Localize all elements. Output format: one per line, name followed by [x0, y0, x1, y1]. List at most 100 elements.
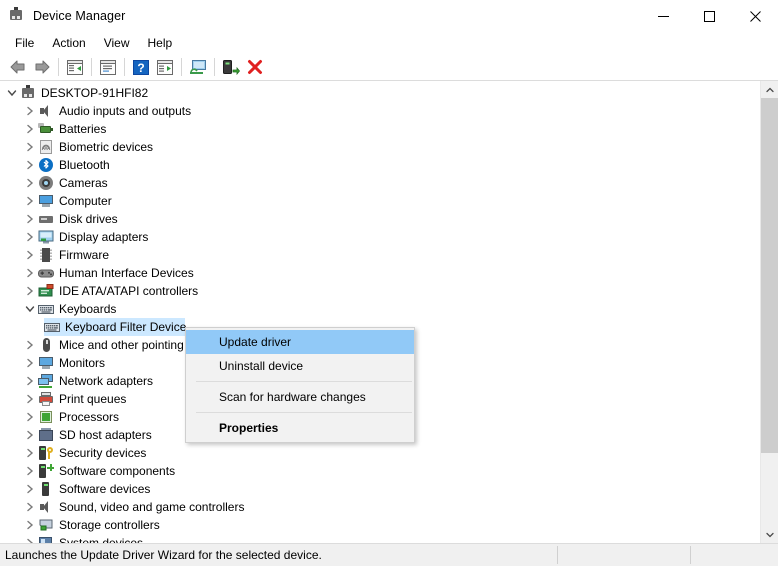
status-bar-divider — [690, 546, 691, 564]
storage-controller-icon — [38, 517, 54, 533]
maximize-button[interactable] — [686, 0, 732, 32]
twisty-collapsed-icon[interactable] — [22, 480, 38, 498]
device-tree-panel[interactable]: DESKTOP-91HFI82 Audio inputs and outputs — [0, 81, 761, 543]
context-scan-hardware-changes[interactable]: Scan for hardware changes — [186, 385, 414, 409]
toolbar: ? — [0, 54, 778, 80]
software-component-icon — [38, 463, 54, 479]
toolbar-separator — [124, 58, 125, 76]
twisty-collapsed-icon[interactable] — [22, 372, 38, 390]
twisty-collapsed-icon[interactable] — [22, 462, 38, 480]
update-driver-button[interactable] — [219, 56, 243, 78]
tree-node-label: Human Interface Devices — [59, 265, 194, 281]
vertical-scrollbar[interactable] — [760, 81, 778, 543]
twisty-collapsed-icon[interactable] — [22, 156, 38, 174]
software-device-icon — [38, 481, 54, 497]
tree-node-security-devices[interactable]: Security devices — [0, 444, 761, 462]
network-adapter-icon — [38, 373, 54, 389]
twisty-collapsed-icon[interactable] — [22, 516, 38, 534]
show-hide-console-tree-button[interactable] — [63, 56, 87, 78]
scroll-down-arrow[interactable] — [761, 526, 778, 543]
keyboard-icon — [44, 319, 60, 335]
twisty-collapsed-icon[interactable] — [22, 138, 38, 156]
twisty-collapsed-icon[interactable] — [22, 390, 38, 408]
status-bar: Launches the Update Driver Wizard for th… — [0, 543, 778, 566]
title-bar: Device Manager — [0, 0, 778, 32]
forward-button[interactable] — [30, 56, 54, 78]
console-tree-icon — [67, 60, 83, 75]
twisty-collapsed-icon[interactable] — [22, 210, 38, 228]
arrow-right-icon — [33, 59, 51, 75]
minimize-button[interactable] — [640, 0, 686, 32]
tree-node-audio[interactable]: Audio inputs and outputs — [0, 102, 761, 120]
ide-controller-icon — [38, 283, 54, 299]
tree-node-label: Keyboard Filter Device — [65, 319, 186, 335]
display-adapter-icon — [38, 229, 54, 245]
tree-node-storage-controllers[interactable]: Storage controllers — [0, 516, 761, 534]
tree-node-disk-drives[interactable]: Disk drives — [0, 210, 761, 228]
menu-action[interactable]: Action — [43, 33, 94, 53]
tree-node-sound-video-game[interactable]: Sound, video and game controllers — [0, 498, 761, 516]
uninstall-device-button[interactable] — [243, 56, 267, 78]
tree-node-software-components[interactable]: Software components — [0, 462, 761, 480]
twisty-collapsed-icon[interactable] — [22, 282, 38, 300]
twisty-collapsed-icon[interactable] — [22, 174, 38, 192]
window-title: Device Manager — [33, 9, 125, 23]
scan-hardware-changes-button[interactable] — [186, 56, 210, 78]
twisty-collapsed-icon[interactable] — [22, 534, 38, 543]
tree-node-bluetooth[interactable]: Bluetooth — [0, 156, 761, 174]
speaker-icon — [38, 499, 54, 515]
firmware-chip-icon — [38, 247, 54, 263]
tree-node-hid[interactable]: Human Interface Devices — [0, 264, 761, 282]
menu-file[interactable]: File — [6, 33, 43, 53]
tree-node-label: Bluetooth — [59, 157, 110, 173]
tree-node-software-devices[interactable]: Software devices — [0, 480, 761, 498]
scroll-up-arrow[interactable] — [761, 81, 778, 98]
twisty-collapsed-icon[interactable] — [22, 264, 38, 282]
twisty-collapsed-icon[interactable] — [22, 444, 38, 462]
tree-node-computer[interactable]: Computer — [0, 192, 761, 210]
tree-node-label: Disk drives — [59, 211, 118, 227]
menu-help[interactable]: Help — [139, 33, 182, 53]
twisty-collapsed-icon[interactable] — [22, 336, 38, 354]
properties-button[interactable] — [96, 56, 120, 78]
twisty-collapsed-icon[interactable] — [22, 246, 38, 264]
twisty-collapsed-icon[interactable] — [22, 120, 38, 138]
scrollbar-thumb[interactable] — [761, 98, 778, 453]
back-button[interactable] — [6, 56, 30, 78]
disk-drive-icon — [38, 211, 54, 227]
twisty-collapsed-icon[interactable] — [22, 192, 38, 210]
tree-node-biometric[interactable]: Biometric devices — [0, 138, 761, 156]
battery-icon — [38, 121, 54, 137]
twisty-collapsed-icon[interactable] — [22, 498, 38, 516]
tree-node-ide-controllers[interactable]: IDE ATA/ATAPI controllers — [0, 282, 761, 300]
tree-node-firmware[interactable]: Firmware — [0, 246, 761, 264]
context-update-driver[interactable]: Update driver — [186, 330, 414, 354]
tree-node-label: Keyboards — [59, 301, 116, 317]
close-button[interactable] — [732, 0, 778, 32]
tree-node-label: DESKTOP-91HFI82 — [41, 85, 148, 101]
twisty-collapsed-icon[interactable] — [22, 102, 38, 120]
help-button[interactable]: ? — [129, 56, 153, 78]
menu-view[interactable]: View — [95, 33, 139, 53]
show-hide-action-pane-button[interactable] — [153, 56, 177, 78]
twisty-collapsed-icon[interactable] — [22, 228, 38, 246]
twisty-collapsed-icon[interactable] — [22, 426, 38, 444]
tree-node-desktop[interactable]: DESKTOP-91HFI82 — [0, 84, 761, 102]
context-properties[interactable]: Properties — [186, 416, 414, 440]
tree-node-keyboards[interactable]: Keyboards — [0, 300, 761, 318]
twisty-expanded-icon[interactable] — [4, 84, 20, 102]
context-uninstall-device[interactable]: Uninstall device — [186, 354, 414, 378]
twisty-collapsed-icon[interactable] — [22, 354, 38, 372]
tree-node-batteries[interactable]: Batteries — [0, 120, 761, 138]
twisty-collapsed-icon[interactable] — [22, 408, 38, 426]
camera-icon — [38, 175, 54, 191]
keyboard-icon — [38, 301, 54, 317]
tree-node-cameras[interactable]: Cameras — [0, 174, 761, 192]
tree-node-label: Software components — [59, 463, 175, 479]
mouse-icon — [38, 337, 54, 353]
twisty-expanded-icon[interactable] — [22, 300, 38, 318]
tree-node-display-adapters[interactable]: Display adapters — [0, 228, 761, 246]
tree-node-system-devices[interactable]: System devices — [0, 534, 761, 543]
tree-node-label: IDE ATA/ATAPI controllers — [59, 283, 198, 299]
tree-node-label: Firmware — [59, 247, 109, 263]
